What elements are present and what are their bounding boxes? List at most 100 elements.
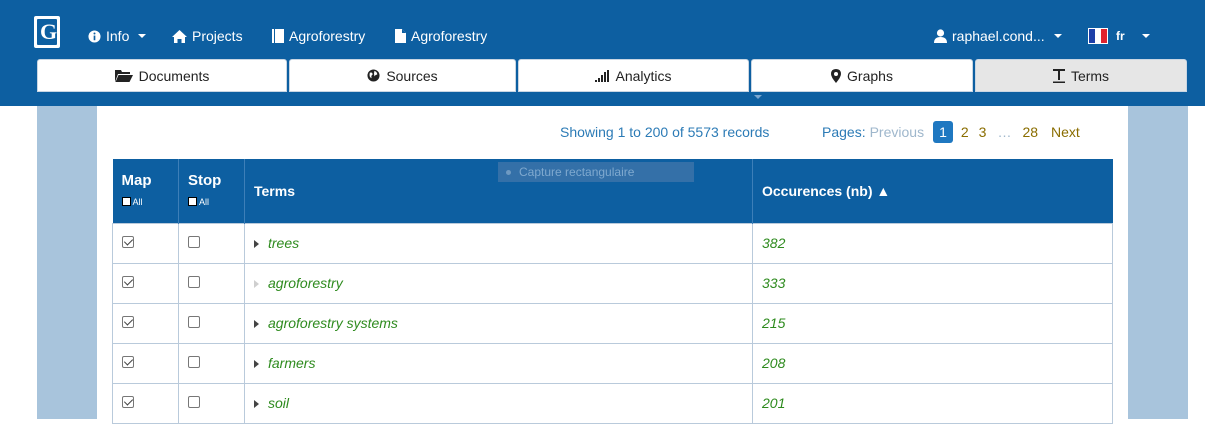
map-cell	[112, 382, 179, 424]
chevron-down-icon	[1053, 34, 1062, 38]
occurrences-cell: 333	[752, 262, 1113, 304]
stop-header-label: Stop	[188, 171, 222, 189]
term-link[interactable]: soil	[268, 395, 289, 411]
tab-terms[interactable]: Terms	[975, 59, 1187, 92]
stop-checkbox[interactable]	[188, 276, 200, 288]
occurrences-cell: 201	[752, 382, 1113, 424]
tab-analytics-label: Analytics	[615, 67, 672, 84]
chevron-down-icon	[138, 34, 147, 38]
map-cell	[112, 302, 179, 344]
stop-cell	[178, 342, 245, 384]
stop-cell	[178, 302, 245, 344]
info-circle-icon	[88, 29, 101, 43]
tab-graphs[interactable]: Graphs	[751, 59, 973, 92]
projects-label: Projects	[192, 28, 243, 44]
tab-analytics[interactable]: Analytics	[518, 59, 749, 92]
page-link-last[interactable]: 28	[1022, 124, 1038, 140]
tooltip-text: Capture rectangulaire	[519, 165, 635, 179]
expand-triangle-icon[interactable]	[254, 320, 259, 329]
map-checkbox[interactable]	[122, 236, 134, 248]
file-icon	[395, 29, 406, 43]
tab-documents-label: Documents	[138, 67, 210, 84]
tab-sources-label: Sources	[386, 67, 438, 84]
stop-cell	[178, 222, 245, 264]
stop-select-all[interactable]: All	[188, 197, 209, 207]
page-link-2[interactable]: 2	[961, 124, 969, 140]
left-side-panel	[37, 106, 97, 419]
page-link-1[interactable]: 1	[933, 121, 953, 143]
stop-checkbox[interactable]	[188, 316, 200, 328]
select-all-label: All	[199, 196, 210, 207]
info-menu[interactable]: Info	[88, 26, 147, 46]
stop-cell	[178, 262, 245, 304]
term-cell: soil	[244, 382, 753, 424]
screen-capture-tooltip: Capture rectangulaire	[498, 162, 694, 182]
globe-icon	[367, 69, 380, 82]
occurrences-value: 201	[762, 395, 786, 411]
chevron-down-icon	[1141, 34, 1150, 38]
home-icon	[172, 29, 187, 43]
term-cell: trees	[244, 222, 753, 264]
tab-graphs-label: Graphs	[847, 67, 893, 84]
stop-column-header: Stop All	[178, 159, 245, 223]
expand-triangle-icon[interactable]	[254, 360, 259, 369]
term-link[interactable]: trees	[268, 235, 299, 251]
terms-header-label: Terms	[254, 182, 295, 199]
next-page-link[interactable]: Next	[1051, 124, 1080, 140]
tooltip-dot-icon	[506, 169, 511, 175]
select-all-checkbox[interactable]	[188, 197, 197, 206]
info-menu-label: Info	[106, 28, 130, 44]
expand-triangle-icon[interactable]	[254, 280, 259, 289]
map-checkbox[interactable]	[122, 316, 134, 328]
map-checkbox[interactable]	[122, 276, 134, 288]
select-all-label: All	[132, 196, 143, 207]
term-link[interactable]: agroforestry systems	[268, 315, 398, 331]
table-row: agroforestry 333	[112, 262, 1113, 304]
stop-cell	[178, 382, 245, 424]
terms-table: Map All Stop All Terms Occurences (nb) ▲…	[112, 159, 1113, 424]
map-header-label: Map	[121, 171, 152, 189]
expand-triangle-icon[interactable]	[254, 240, 259, 249]
tab-sources[interactable]: Sources	[289, 59, 516, 92]
tab-documents[interactable]: Documents	[37, 59, 287, 92]
table-row: farmers 208	[112, 342, 1113, 384]
table-row: agroforestry systems 215	[112, 302, 1113, 344]
map-marker-icon	[831, 68, 842, 83]
term-cell: agroforestry	[244, 262, 753, 304]
corpus-link[interactable]: Agroforestry	[272, 26, 365, 46]
occurrences-value: 333	[762, 275, 786, 291]
text-icon	[1052, 68, 1065, 83]
map-cell	[112, 342, 179, 384]
occurrences-cell: 208	[752, 342, 1113, 384]
user-menu[interactable]: raphael.cond...	[934, 26, 1062, 46]
projects-link[interactable]: Projects	[172, 26, 243, 46]
corpus-label: Agroforestry	[289, 28, 366, 44]
occurrences-value: 215	[762, 315, 786, 331]
map-select-all[interactable]: All	[121, 196, 143, 207]
term-link[interactable]: farmers	[268, 355, 315, 371]
stop-checkbox[interactable]	[188, 356, 200, 368]
map-column-header: Map All	[112, 159, 179, 223]
occurrences-column-header[interactable]: Occurences (nb) ▲	[752, 159, 1113, 223]
right-side-panel	[1128, 106, 1188, 419]
map-checkbox[interactable]	[122, 396, 134, 408]
page-link-3[interactable]: 3	[979, 124, 987, 140]
stop-checkbox[interactable]	[188, 236, 200, 248]
folder-open-icon	[114, 70, 133, 82]
select-all-checkbox[interactable]	[121, 197, 131, 206]
pages-label: Pages:	[822, 124, 866, 140]
occurrences-cell: 215	[752, 302, 1113, 344]
app-logo[interactable]: G	[34, 16, 60, 48]
pagination-ellipsis: …	[997, 124, 1012, 140]
previous-page-link[interactable]: Previous	[870, 124, 924, 140]
map-cell	[112, 222, 179, 264]
map-checkbox[interactable]	[122, 356, 134, 368]
expand-triangle-icon[interactable]	[254, 400, 259, 409]
language-menu[interactable]: fr	[1088, 26, 1150, 46]
document-link[interactable]: Agroforestry	[395, 26, 487, 46]
top-navbar: G Info Projects Agroforestry Agroforestr…	[0, 0, 1205, 106]
term-cell: farmers	[244, 342, 753, 384]
table-row: trees 382	[112, 222, 1113, 264]
stop-checkbox[interactable]	[188, 396, 200, 408]
term-link[interactable]: agroforestry	[268, 275, 343, 291]
